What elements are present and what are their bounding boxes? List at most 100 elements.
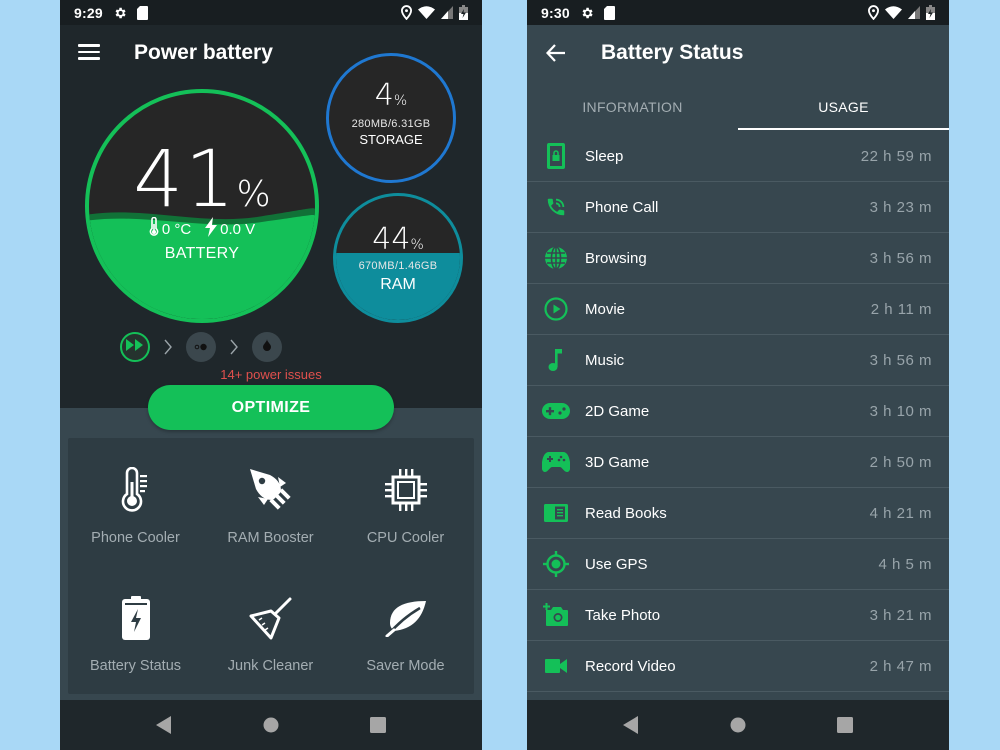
step-bubbles [186, 332, 216, 362]
ram-gauge[interactable]: 44% 670MB/1.46GB RAM [333, 193, 463, 323]
wifi-icon [885, 6, 902, 19]
usage-label: Movie [585, 300, 626, 318]
recents-nav-button[interactable] [358, 705, 398, 745]
gamepad-icon [527, 403, 585, 419]
video-camera-icon [527, 659, 585, 673]
power-battery-screen: 9:29 Power battery 41% 0 °C 0.0 V BATTER… [60, 0, 482, 750]
usage-item-read-books[interactable]: Read Books 4 h 21 m [527, 488, 949, 539]
usage-list: Sleep 22 h 59 m Phone Call 3 h 23 m Brow… [527, 131, 949, 692]
ram-percent-value: 44 [372, 222, 411, 257]
recents-nav-button[interactable] [825, 705, 865, 745]
home-nav-button[interactable] [718, 705, 758, 745]
signal-icon [908, 6, 920, 19]
battery-gauge[interactable]: 41% 0 °C 0.0 V BATTERY [85, 89, 319, 323]
navigation-bar [527, 700, 949, 750]
wifi-icon [418, 6, 435, 19]
book-icon [527, 504, 585, 522]
storage-usage: 280MB/6.31GB [351, 118, 431, 130]
back-button[interactable] [545, 42, 569, 66]
battery-label: BATTERY [164, 245, 240, 262]
usage-item-browsing[interactable]: Browsing 3 h 56 m [527, 233, 949, 284]
step-drop [252, 332, 282, 362]
tool-saver-mode[interactable]: Saver Mode [338, 566, 473, 694]
usage-item-take-photo[interactable]: Take Photo 3 h 21 m [527, 590, 949, 641]
controller-icon [527, 452, 585, 472]
arrow-left-icon [545, 44, 565, 62]
sd-card-icon [136, 5, 148, 20]
globe-icon [527, 246, 585, 270]
optimize-button[interactable]: OPTIMIZE [148, 385, 394, 430]
storage-gauge[interactable]: 4% 280MB/6.31GB STORAGE [326, 53, 456, 183]
usage-item-music[interactable]: Music 3 h 56 m [527, 335, 949, 386]
back-icon [155, 716, 171, 734]
battery-bolt-icon [121, 594, 151, 642]
storage-percent-value: 4 [374, 78, 394, 113]
usage-label: Take Photo [585, 606, 661, 624]
back-nav-button[interactable] [144, 705, 184, 745]
navigation-bar [60, 700, 482, 750]
recents-icon [370, 717, 387, 733]
play-circle-icon [527, 297, 585, 321]
tab-usage[interactable]: USAGE [738, 83, 949, 130]
usage-item-2d-game[interactable]: 2D Game 3 h 10 m [527, 386, 949, 437]
usage-item-use-gps[interactable]: Use GPS 4 h 5 m [527, 539, 949, 590]
tool-battery-status[interactable]: Battery Status [68, 566, 203, 694]
bubbles-icon [194, 338, 208, 356]
tool-ram-booster[interactable]: RAM Booster [203, 438, 338, 566]
usage-label: Use GPS [585, 555, 648, 573]
usage-time: 3 h 23 m [869, 198, 932, 216]
usage-time: 3 h 10 m [869, 402, 932, 420]
recents-icon [837, 717, 854, 733]
hamburger-icon-line [78, 50, 100, 53]
back-nav-button[interactable] [611, 705, 651, 745]
thermometer-icon [149, 216, 159, 241]
usage-item-record-video[interactable]: Record Video 2 h 47 m [527, 641, 949, 692]
usage-label: Music [585, 351, 625, 369]
battery-percent: 41% [89, 135, 315, 225]
tool-cpu-cooler[interactable]: CPU Cooler [338, 438, 473, 566]
tools-grid: Phone Cooler RAM Booster CPU Cooler Batt… [68, 438, 474, 694]
home-icon [263, 717, 279, 733]
home-nav-button[interactable] [251, 705, 291, 745]
tool-junk-cleaner[interactable]: Junk Cleaner [203, 566, 338, 694]
usage-item-sleep[interactable]: Sleep 22 h 59 m [527, 131, 949, 182]
voltage-stat: 0.0 V [205, 217, 255, 241]
location-icon [868, 5, 879, 20]
temperature-stat: 0 °C [149, 216, 192, 241]
tool-phone-cooler[interactable]: Phone Cooler [68, 438, 203, 566]
battery-charging-icon [926, 5, 935, 20]
ram-percent-unit: % [410, 237, 424, 253]
tool-label: Battery Status [89, 658, 182, 674]
gear-icon [580, 6, 594, 20]
app-bar: Battery Status INFORMATION USAGE [527, 25, 949, 130]
voltage-value: 0.0 V [220, 220, 256, 238]
app-title: Power battery [134, 41, 273, 64]
tab-information[interactable]: INFORMATION [527, 83, 738, 130]
gps-target-icon [527, 551, 585, 577]
ram-label: RAM [380, 276, 416, 293]
power-issues-label: 14+ power issues [220, 367, 322, 382]
ram-percent: 44% [336, 222, 460, 257]
usage-time: 4 h 21 m [869, 504, 932, 522]
lightning-bolt-icon [205, 217, 218, 241]
usage-label: Record Video [585, 657, 676, 675]
leaf-icon [384, 594, 428, 642]
usage-item-3d-game[interactable]: 3D Game 2 h 50 m [527, 437, 949, 488]
tool-label: RAM Booster [227, 530, 314, 546]
tool-label: Junk Cleaner [227, 658, 314, 674]
signal-icon [441, 6, 453, 19]
menu-button[interactable] [78, 44, 100, 62]
usage-time: 2 h 50 m [869, 453, 932, 471]
usage-item-phone-call[interactable]: Phone Call 3 h 23 m [527, 182, 949, 233]
usage-item-movie[interactable]: Movie 2 h 11 m [527, 284, 949, 335]
usage-label: Read Books [585, 504, 667, 522]
tool-label: CPU Cooler [366, 530, 445, 546]
optimization-steps [120, 332, 282, 362]
temperature-value: 0 °C [161, 220, 192, 238]
music-note-icon [527, 348, 585, 372]
hamburger-icon-line [78, 57, 100, 60]
status-time: 9:30 [541, 4, 570, 21]
tool-label: Saver Mode [366, 658, 445, 674]
phone-call-icon [527, 196, 585, 218]
cpu-chip-icon [384, 466, 428, 514]
